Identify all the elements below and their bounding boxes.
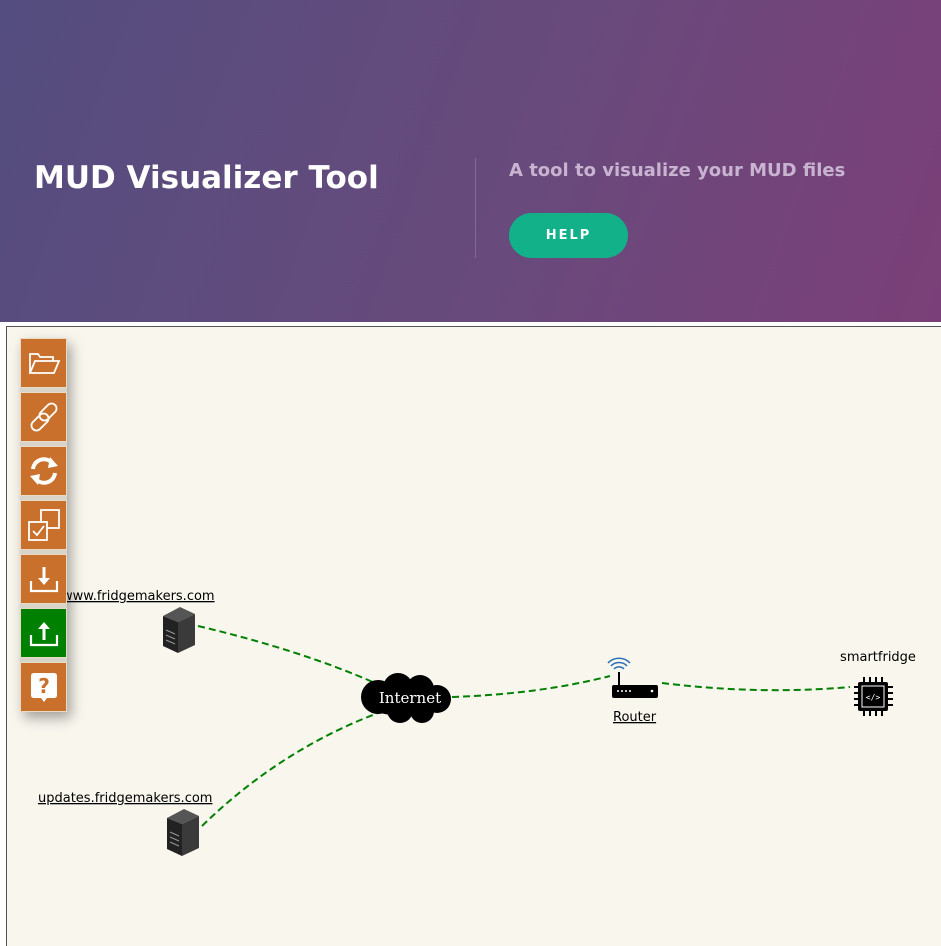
node-label-smartfridge[interactable]: smartfridge [840,650,916,665]
link-www-internet [197,625,376,684]
link-internet-router [451,675,611,698]
open-file-button[interactable] [20,338,67,388]
router-icon[interactable] [607,657,658,698]
svg-text:</>: </> [866,693,881,702]
folder-open-icon [28,353,60,374]
select-copy-icon [27,509,60,541]
network-graph: www.fridgemakers.com updates.fridgemaker… [38,589,916,856]
download-icon [29,567,58,593]
download-button[interactable] [20,554,67,604]
server-icon[interactable] [163,607,195,653]
refresh-icon [29,457,58,485]
link-updates-internet [201,712,379,827]
upload-button[interactable] [20,608,67,658]
help-tool-button[interactable]: ? [20,662,67,712]
node-label-internet[interactable]: Internet [379,689,441,707]
node-label-router[interactable]: Router [613,710,657,725]
server-icon[interactable] [167,809,199,856]
side-toolbar: ? [20,338,67,712]
refresh-button[interactable] [20,446,67,496]
node-label-updates[interactable]: updates.fridgemakers.com [38,791,212,806]
node-label-www[interactable]: www.fridgemakers.com [62,589,215,604]
chip-icon[interactable]: </> [854,677,893,716]
upload-icon [29,622,58,647]
svg-text:?: ? [38,674,50,698]
link-icon [30,402,57,432]
link-button[interactable] [20,392,67,442]
link-router-smartfridge [661,682,851,692]
select-copy-button[interactable] [20,500,67,550]
help-icon: ? [30,673,57,702]
